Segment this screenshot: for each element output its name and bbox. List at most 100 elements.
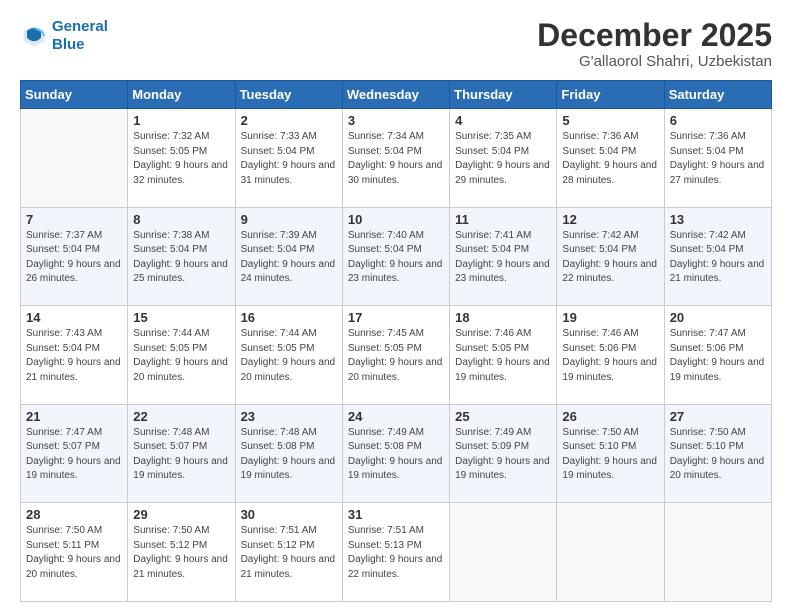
header: General Blue December 2025 G'allaorol Sh… [20,18,772,70]
calendar-cell: 27Sunrise: 7:50 AMSunset: 5:10 PMDayligh… [664,404,771,503]
day-number: 13 [670,212,766,227]
day-number: 25 [455,409,551,424]
day-number: 27 [670,409,766,424]
day-info: Sunrise: 7:40 AMSunset: 5:04 PMDaylight:… [348,229,444,287]
page: General Blue December 2025 G'allaorol Sh… [0,0,792,612]
day-number: 4 [455,113,551,128]
calendar-cell: 25 Sunrise: 7:49 AMSunset: 5:09 PMDayligh… [450,404,557,503]
weekday-header: Saturday [664,81,771,109]
calendar-cell: 18Sunrise: 7:46 AMSunset: 5:05 PMDayligh… [450,306,557,405]
day-info: Sunrise: 7:39 AMSunset: 5:04 PMDaylight:… [241,229,337,287]
calendar-week-row: 21 Sunrise: 7:47 AMSunset: 5:07 PMDayligh… [21,404,772,503]
calendar-table: SundayMondayTuesdayWednesdayThursdayFrid… [20,80,772,602]
calendar-cell [21,109,128,208]
calendar-cell: 1 Sunrise: 7:32 AMSunset: 5:05 PMDaylight… [128,109,235,208]
day-info: Sunrise: 7:36 AMSunset: 5:04 PMDaylight:… [562,130,658,188]
calendar-body: 1 Sunrise: 7:32 AMSunset: 5:05 PMDaylight… [21,109,772,602]
day-info: Sunrise: 7:51 AMSunset: 5:13 PMDaylight:… [348,524,444,582]
logo: General Blue [20,18,108,54]
calendar-cell [557,503,664,602]
day-info: Sunrise: 7:36 AMSunset: 5:04 PMDaylight:… [670,130,766,188]
day-number: 10 [348,212,444,227]
weekday-header: Friday [557,81,664,109]
day-number: 31 [348,507,444,522]
day-number: 23 [241,409,337,424]
day-info: Sunrise: 7:35 AMSunset: 5:04 PMDaylight:… [455,130,551,188]
calendar-cell: 15 Sunrise: 7:44 AMSunset: 5:05 PMDayligh… [128,306,235,405]
calendar-cell: 30Sunrise: 7:51 AMSunset: 5:12 PMDayligh… [235,503,342,602]
logo-text: General Blue [52,18,108,54]
day-number: 19 [562,310,658,325]
day-info: Sunrise: 7:47 AMSunset: 5:07 PMDaylight:… [26,426,122,484]
weekday-header: Thursday [450,81,557,109]
day-number: 11 [455,212,551,227]
calendar-cell: 28 Sunrise: 7:50 AMSunset: 5:11 PMDayligh… [21,503,128,602]
day-number: 17 [348,310,444,325]
day-number: 14 [26,310,122,325]
calendar-cell: 12 Sunrise: 7:42 AMSunset: 5:04 PMDayligh… [557,207,664,306]
day-number: 28 [26,507,122,522]
calendar-cell: 31 Sunrise: 7:51 AMSunset: 5:13 PMDayligh… [342,503,449,602]
calendar-week-row: 7Sunrise: 7:37 AMSunset: 5:04 PMDaylight… [21,207,772,306]
day-info: Sunrise: 7:42 AMSunset: 5:04 PMDaylight:… [562,229,658,287]
calendar-cell: 9 Sunrise: 7:39 AMSunset: 5:04 PMDaylight… [235,207,342,306]
calendar-header: SundayMondayTuesdayWednesdayThursdayFrid… [21,81,772,109]
calendar-cell: 13 Sunrise: 7:42 AMSunset: 5:04 PMDayligh… [664,207,771,306]
day-info: Sunrise: 7:47 AMSunset: 5:06 PMDaylight:… [670,327,766,385]
day-info: Sunrise: 7:33 AMSunset: 5:04 PMDaylight:… [241,130,337,188]
calendar-cell: 16Sunrise: 7:44 AMSunset: 5:05 PMDayligh… [235,306,342,405]
calendar-cell: 2 Sunrise: 7:33 AMSunset: 5:04 PMDaylight… [235,109,342,208]
month-title: December 2025 [537,18,772,53]
calendar-cell: 21 Sunrise: 7:47 AMSunset: 5:07 PMDayligh… [21,404,128,503]
day-info: Sunrise: 7:43 AMSunset: 5:04 PMDaylight:… [26,327,122,385]
logo-line1: General [52,18,108,35]
calendar-week-row: 28 Sunrise: 7:50 AMSunset: 5:11 PMDayligh… [21,503,772,602]
calendar-cell: 17 Sunrise: 7:45 AMSunset: 5:05 PMDayligh… [342,306,449,405]
day-number: 2 [241,113,337,128]
calendar-cell: 22Sunrise: 7:48 AMSunset: 5:07 PMDayligh… [128,404,235,503]
day-number: 12 [562,212,658,227]
location: G'allaorol Shahri, Uzbekistan [537,53,772,70]
weekday-header: Wednesday [342,81,449,109]
weekday-header: Tuesday [235,81,342,109]
weekday-header: Sunday [21,81,128,109]
calendar-cell: 6 Sunrise: 7:36 AMSunset: 5:04 PMDaylight… [664,109,771,208]
weekday-row: SundayMondayTuesdayWednesdayThursdayFrid… [21,81,772,109]
calendar-cell: 26Sunrise: 7:50 AMSunset: 5:10 PMDayligh… [557,404,664,503]
day-number: 22 [133,409,229,424]
title-section: December 2025 G'allaorol Shahri, Uzbekis… [537,18,772,70]
logo-line2: Blue [52,36,85,53]
day-info: Sunrise: 7:32 AMSunset: 5:05 PMDaylight:… [133,130,229,188]
calendar-cell: 5 Sunrise: 7:36 AMSunset: 5:04 PMDaylight… [557,109,664,208]
calendar-cell: 11 Sunrise: 7:41 AMSunset: 5:04 PMDayligh… [450,207,557,306]
day-number: 29 [133,507,229,522]
calendar-cell: 29Sunrise: 7:50 AMSunset: 5:12 PMDayligh… [128,503,235,602]
calendar-cell: 24 Sunrise: 7:49 AMSunset: 5:08 PMDayligh… [342,404,449,503]
day-info: Sunrise: 7:48 AMSunset: 5:08 PMDaylight:… [241,426,337,484]
day-number: 8 [133,212,229,227]
day-info: Sunrise: 7:44 AMSunset: 5:05 PMDaylight:… [241,327,337,385]
calendar-cell [450,503,557,602]
day-info: Sunrise: 7:49 AMSunset: 5:08 PMDaylight:… [348,426,444,484]
day-number: 30 [241,507,337,522]
day-number: 9 [241,212,337,227]
day-info: Sunrise: 7:44 AMSunset: 5:05 PMDaylight:… [133,327,229,385]
day-number: 15 [133,310,229,325]
day-number: 5 [562,113,658,128]
day-number: 24 [348,409,444,424]
day-info: Sunrise: 7:45 AMSunset: 5:05 PMDaylight:… [348,327,444,385]
day-info: Sunrise: 7:42 AMSunset: 5:04 PMDaylight:… [670,229,766,287]
day-number: 7 [26,212,122,227]
calendar-cell: 4 Sunrise: 7:35 AMSunset: 5:04 PMDaylight… [450,109,557,208]
calendar-cell: 23 Sunrise: 7:48 AMSunset: 5:08 PMDayligh… [235,404,342,503]
day-info: Sunrise: 7:50 AMSunset: 5:11 PMDaylight:… [26,524,122,582]
day-info: Sunrise: 7:38 AMSunset: 5:04 PMDaylight:… [133,229,229,287]
day-info: Sunrise: 7:49 AMSunset: 5:09 PMDaylight:… [455,426,551,484]
logo-icon [20,22,48,50]
day-number: 21 [26,409,122,424]
day-info: Sunrise: 7:41 AMSunset: 5:04 PMDaylight:… [455,229,551,287]
calendar-cell: 7Sunrise: 7:37 AMSunset: 5:04 PMDaylight… [21,207,128,306]
day-number: 6 [670,113,766,128]
day-number: 1 [133,113,229,128]
weekday-header: Monday [128,81,235,109]
